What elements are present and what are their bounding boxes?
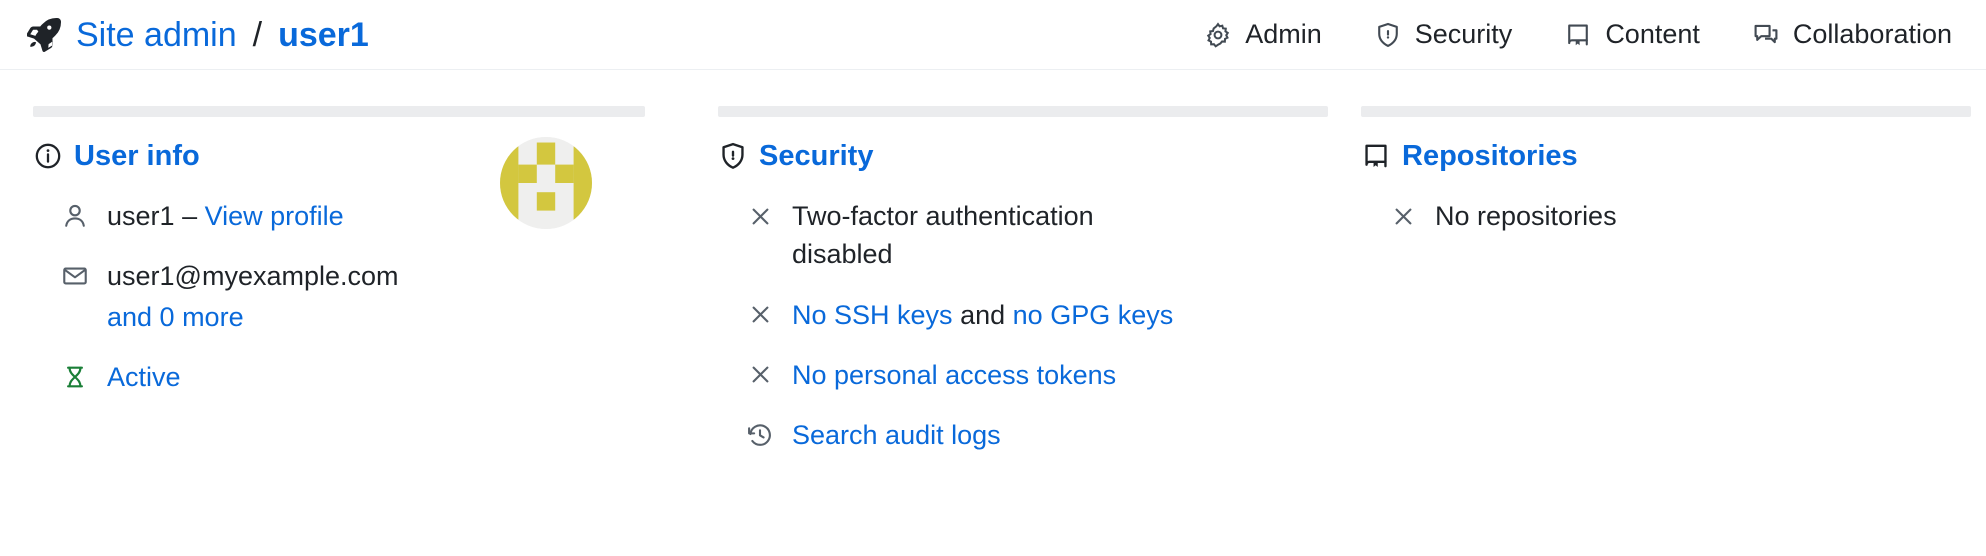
nav-item-label: Collaboration: [1792, 19, 1952, 49]
nav-item-admin[interactable]: Admin: [1204, 19, 1322, 50]
no-gpg-keys-link[interactable]: no GPG keys: [1013, 300, 1174, 330]
user-info-card: User info user1 – View profile user1@mye…: [0, 70, 659, 455]
breadcrumb-current-user-link[interactable]: user1: [278, 18, 369, 52]
no-ssh-keys-link[interactable]: No SSH keys: [792, 300, 953, 330]
info-circle-icon: [33, 141, 63, 171]
shield-lock-icon: [718, 141, 748, 171]
comment-discussion-icon: [1752, 21, 1780, 49]
list-item: No personal access tokens: [746, 356, 1301, 394]
page-body: User info user1 – View profile user1@mye…: [0, 70, 1986, 455]
list-item: user1@myexample.com and 0 more: [61, 257, 645, 336]
repo-icon: [1564, 21, 1592, 49]
security-list: Two-factor authentication disabled No SS…: [718, 197, 1301, 455]
nav-item-label: Security: [1414, 19, 1513, 49]
repo-icon: [1361, 141, 1391, 171]
history-icon: [746, 416, 774, 454]
and-more-link[interactable]: and 0 more: [107, 298, 399, 336]
nav-item-label: Admin: [1245, 19, 1322, 49]
x-icon: [1389, 197, 1417, 235]
site-header: Site admin / user1 Admin Security Conten…: [0, 0, 1986, 70]
breadcrumb-site-admin-link[interactable]: Site admin: [76, 18, 237, 52]
card-top-bar: [718, 106, 1328, 117]
list-item: Search audit logs: [746, 416, 1301, 454]
card-top-bar: [1361, 106, 1971, 117]
nav-item-security[interactable]: Security: [1374, 19, 1513, 50]
security-heading-label[interactable]: Security: [759, 141, 873, 171]
nav-item-label: Content: [1605, 19, 1700, 49]
no-repositories-text: No repositories: [1435, 201, 1617, 231]
rocket-icon: [26, 17, 62, 53]
search-audit-logs-link[interactable]: Search audit logs: [792, 420, 1001, 450]
list-item: No SSH keys and no GPG keys: [746, 296, 1301, 334]
mail-icon: [61, 257, 89, 295]
x-icon: [746, 356, 774, 394]
two-factor-status-text: Two-factor authentication disabled: [792, 201, 1094, 270]
view-profile-link[interactable]: View profile: [205, 201, 344, 231]
security-heading: Security: [718, 141, 1301, 171]
list-item: Two-factor authentication disabled: [746, 197, 1176, 274]
card-top-bar: [33, 106, 645, 117]
security-card: Security Two-factor authentication disab…: [659, 70, 1328, 455]
gear-icon: [1204, 21, 1232, 49]
nav-item-collaboration[interactable]: Collaboration: [1752, 19, 1952, 50]
x-icon: [746, 296, 774, 334]
user-info-heading-label[interactable]: User info: [74, 141, 200, 171]
no-personal-access-tokens-link[interactable]: No personal access tokens: [792, 360, 1116, 390]
email-text: user1@myexample.com: [107, 261, 399, 292]
shield-lock-icon: [1374, 21, 1402, 49]
avatar: [500, 137, 592, 229]
breadcrumb: Site admin / user1: [26, 17, 369, 53]
repositories-heading-label[interactable]: Repositories: [1402, 141, 1578, 171]
breadcrumb-separator: /: [252, 15, 263, 54]
username-text: user1: [107, 201, 175, 231]
person-icon: [61, 197, 89, 235]
nav-item-content[interactable]: Content: [1564, 19, 1700, 50]
header-nav: Admin Security Content Collaboration: [1204, 19, 1952, 50]
x-icon: [746, 197, 774, 235]
list-item: No repositories: [1389, 197, 1956, 235]
repositories-card: Repositories No repositories: [1315, 70, 1986, 455]
status-link[interactable]: Active: [107, 362, 181, 392]
repositories-list: No repositories: [1361, 197, 1956, 235]
repositories-heading: Repositories: [1361, 141, 1956, 171]
list-item: Active: [61, 358, 645, 396]
username-dash: –: [182, 201, 198, 231]
hourglass-icon: [61, 358, 89, 396]
conjunction-text: and: [960, 299, 1006, 330]
